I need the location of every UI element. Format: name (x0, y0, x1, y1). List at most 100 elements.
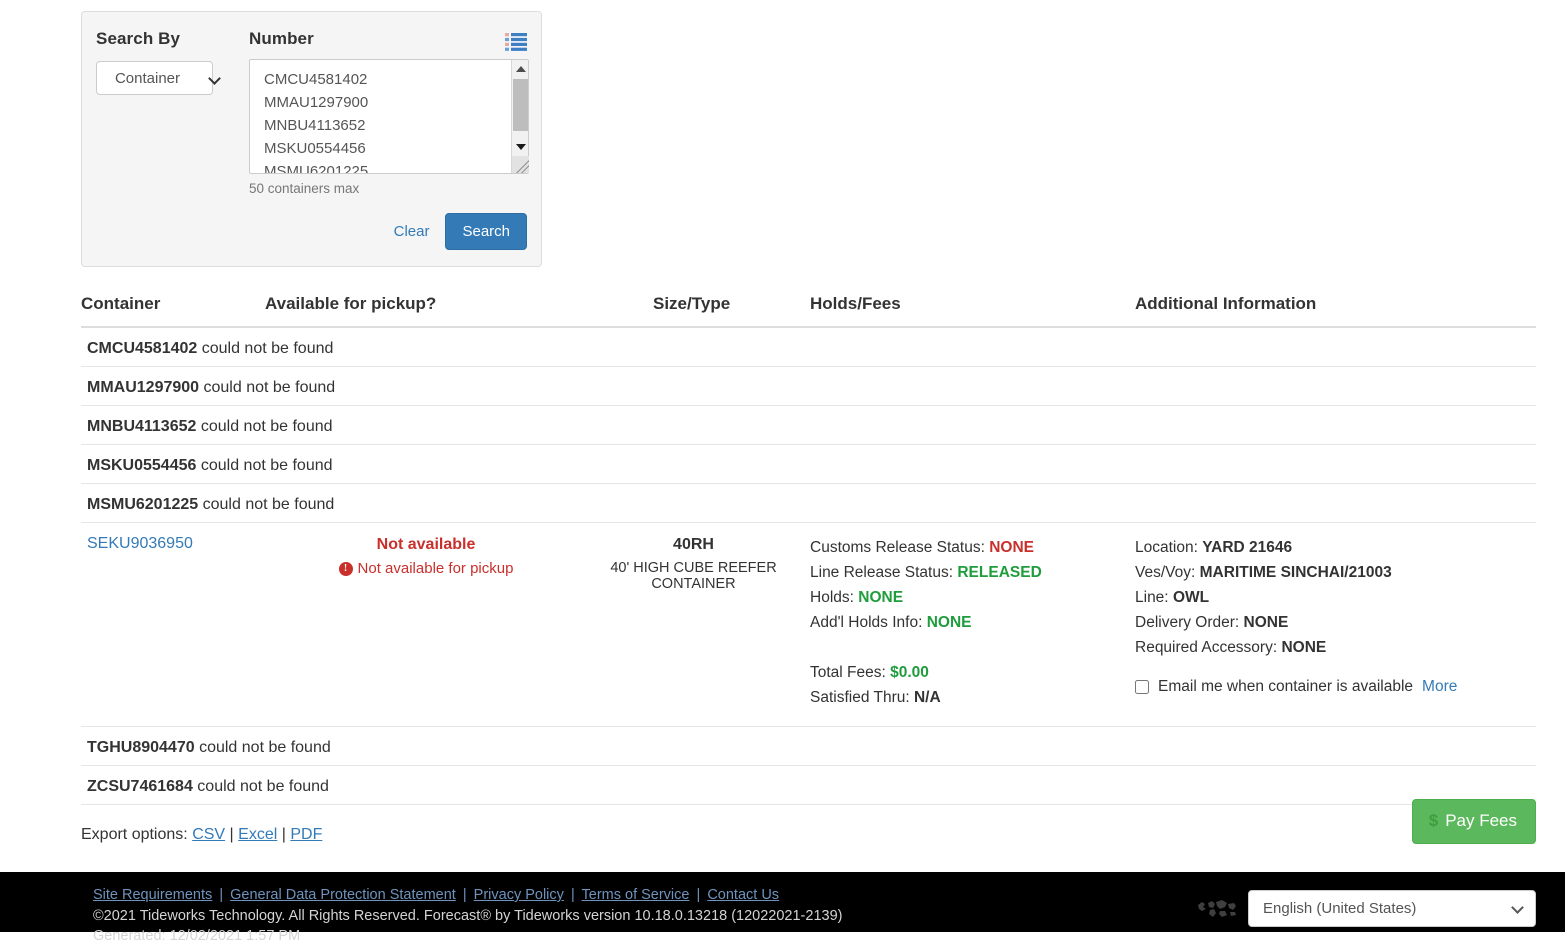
container-id: MMAU1297900 (87, 379, 200, 396)
fees-line: Total Fees: $0.00 (810, 660, 1111, 685)
table-row: MMAU1297900 could not be found (81, 367, 1536, 406)
list-view-icon[interactable] (505, 33, 527, 51)
not-found-text: could not be found (198, 496, 335, 513)
holds-label: Customs Release Status: (810, 539, 985, 556)
holds-line: Customs Release Status: NONE (810, 535, 1111, 560)
footer-separator: | (696, 887, 701, 903)
scroll-down-arrow-icon[interactable] (512, 138, 529, 155)
container-id: MSMU6201225 (87, 496, 199, 513)
fees-label: Total Fees: (810, 664, 886, 681)
holds-line: Add'l Holds Info: NONE (810, 610, 1111, 635)
table-row: MSMU6201225 could not be found (81, 484, 1536, 523)
fees-value: N/A (913, 689, 941, 706)
additional-value: NONE (1243, 614, 1289, 631)
holds-line: Line Release Status: RELEASED (810, 560, 1111, 585)
not-found-text: could not be found (194, 739, 331, 756)
export-label: Export options: (81, 826, 188, 843)
container-id: MSKU0554456 (87, 457, 197, 474)
search-panel-actions: Clear Search (392, 213, 527, 250)
size-type-code: 40RH (673, 536, 714, 553)
additional-label: Ves/Voy: (1135, 564, 1196, 581)
table-header-row: Container Available for pickup? Size/Typ… (81, 294, 1536, 328)
not-found-text: could not be found (199, 379, 336, 396)
column-header-size-type: Size/Type (653, 294, 731, 313)
dollar-sign-icon: $ (1428, 811, 1439, 830)
availability-reason: ! Not available for pickup (261, 560, 591, 577)
footer-separator: | (219, 887, 224, 903)
fees-line: Satisfied Thru: N/A (810, 685, 1111, 710)
email-notify-checkbox[interactable] (1135, 679, 1149, 694)
search-by-label: Search By (96, 29, 181, 48)
export-csv-link[interactable]: CSV (192, 826, 225, 843)
additional-line: Ves/Voy: MARITIME SINCHAI/21003 (1135, 560, 1536, 585)
additional-line: Delivery Order: NONE (1135, 610, 1536, 635)
footer-link-gdpr[interactable]: General Data Protection Statement (230, 887, 456, 903)
pay-fees-label: Pay Fees (1445, 811, 1517, 830)
detail-container-cell: SEKU9036950 (81, 535, 261, 710)
search-by-select[interactable]: Container (96, 61, 213, 95)
container-link[interactable]: SEKU9036950 (87, 535, 193, 552)
additional-value: OWL (1172, 589, 1210, 606)
column-header-container: Container (81, 294, 161, 313)
holds-label: Add'l Holds Info: (810, 614, 923, 631)
additional-line: Required Accessory: NONE (1135, 635, 1536, 660)
detail-size-type-cell: 40RH 40' HIGH CUBE REEFER CONTAINER (591, 535, 796, 710)
pay-fees-button[interactable]: $ Pay Fees (1411, 799, 1536, 844)
container-id: CMCU4581402 (87, 340, 198, 357)
containers-max-hint: 50 containers max (249, 181, 360, 196)
additional-value: MARITIME SINCHAI/21003 (1199, 564, 1392, 581)
number-label: Number (249, 29, 314, 48)
results-table: Container Available for pickup? Size/Typ… (81, 294, 1536, 805)
world-map-icon (1198, 899, 1236, 917)
scrollbar-thumb[interactable] (513, 79, 528, 131)
not-found-text: could not be found (196, 418, 333, 435)
fees-label: Satisfied Thru: (810, 689, 910, 706)
search-by-group: Search By Container (96, 29, 231, 95)
availability-reason-text: Not available for pickup (357, 560, 514, 577)
container-id: TGHU8904470 (87, 739, 195, 756)
holds-label: Holds: (810, 589, 854, 606)
footer-link-privacy-policy[interactable]: Privacy Policy (474, 887, 564, 903)
footer-links: Site Requirements | General Data Protect… (93, 887, 779, 903)
email-notify-more-link[interactable]: More (1422, 674, 1457, 699)
table-row: MNBU4113652 could not be found (81, 406, 1536, 445)
additional-label: Line: (1135, 589, 1169, 606)
export-pdf-link[interactable]: PDF (290, 826, 322, 843)
table-row: MSKU0554456 could not be found (81, 445, 1536, 484)
column-header-additional-info: Additional Information (1135, 294, 1317, 313)
search-by-select-wrap: Container (96, 61, 231, 95)
clear-button[interactable]: Clear (392, 217, 432, 246)
footer-separator: | (462, 887, 467, 903)
footer-link-terms-of-service[interactable]: Terms of Service (582, 887, 690, 903)
table-row: TGHU8904470 could not be found (81, 727, 1536, 766)
additional-label: Location: (1135, 539, 1198, 556)
scroll-up-arrow-icon[interactable] (512, 60, 529, 77)
additional-value: NONE (1281, 639, 1327, 656)
export-separator: | (281, 826, 286, 843)
holds-value: RELEASED (957, 564, 1042, 581)
language-select[interactable]: English (United States) (1248, 890, 1536, 927)
holds-line: Holds: NONE (810, 585, 1111, 610)
container-id: ZCSU7461684 (87, 778, 193, 795)
holds-label: Line Release Status: (810, 564, 954, 581)
textarea-scrollbar[interactable] (511, 60, 529, 173)
holds-value: NONE (858, 589, 904, 606)
search-button[interactable]: Search (445, 213, 527, 250)
export-excel-link[interactable]: Excel (238, 826, 277, 843)
detail-additional-info-cell: Location: YARD 21646 Ves/Voy: MARITIME S… (1111, 535, 1536, 710)
footer-generated-timestamp: Generated: 12/02/2021 1:57 PM (93, 928, 301, 944)
holds-value: NONE (926, 614, 972, 631)
language-select-wrap: English (United States) (1248, 890, 1536, 927)
resize-grip-icon[interactable] (512, 156, 529, 173)
container-numbers-input[interactable] (249, 59, 529, 174)
column-header-available: Available for pickup? (265, 294, 437, 313)
not-found-text: could not be found (197, 340, 334, 357)
additional-label: Delivery Order: (1135, 614, 1240, 631)
detail-holds-fees-cell: Customs Release Status: NONE Line Releas… (796, 535, 1111, 710)
footer-link-contact-us[interactable]: Contact Us (707, 887, 779, 903)
footer-link-site-requirements[interactable]: Site Requirements (93, 887, 212, 903)
availability-status: Not available (376, 536, 476, 553)
table-row-detail: SEKU9036950 Not available ! Not availabl… (81, 523, 1536, 727)
email-notify-label: Email me when container is available (1158, 678, 1414, 695)
